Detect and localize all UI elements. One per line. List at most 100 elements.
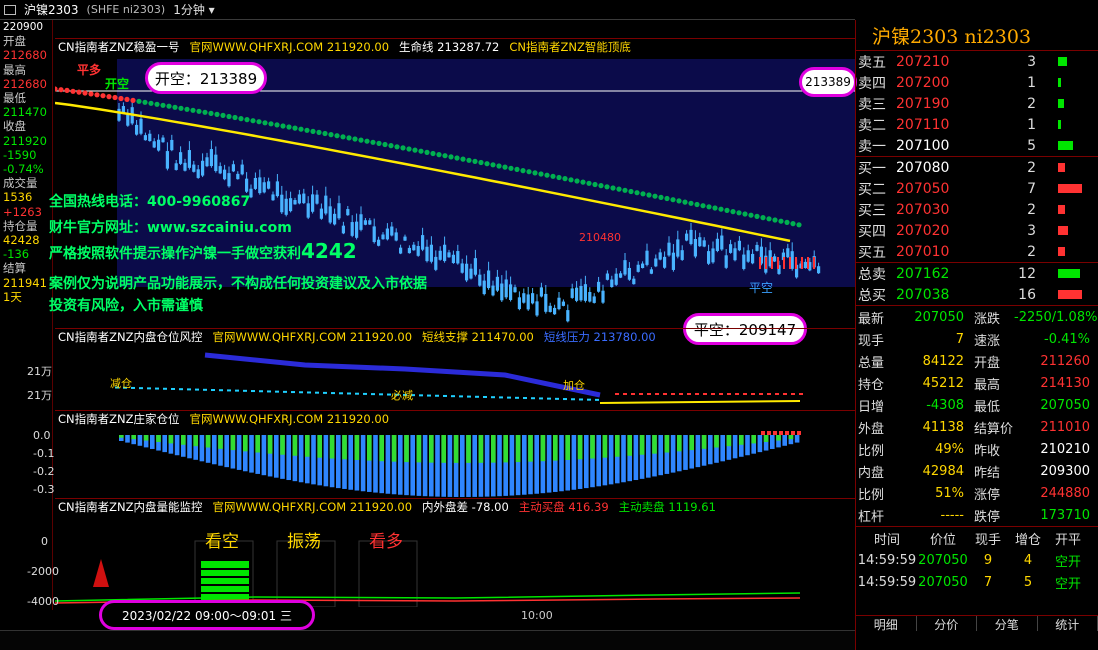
total-ask[interactable]: 总卖 207162 12 xyxy=(856,263,1098,284)
ask-level[interactable]: 卖一 207100 5 xyxy=(856,135,1098,156)
volume-bar xyxy=(1058,205,1065,214)
ask-level[interactable]: 卖三 207190 2 xyxy=(856,93,1098,114)
level-qty: 2 xyxy=(1027,243,1036,260)
dealer-position-panel[interactable]: CN指南者ZNZ庄家仓位 官网WWW.QHFXRJ.COM 211920.00 … xyxy=(33,410,855,499)
candle-body xyxy=(170,139,174,151)
level-label: 总卖 xyxy=(858,266,886,283)
candle-body xyxy=(649,269,653,274)
band-dot xyxy=(256,119,262,125)
level-price: 207110 xyxy=(896,116,950,133)
position-bar xyxy=(708,435,713,465)
position-risk-panel[interactable]: CN指南者ZNZ内盘仓位风控 官网WWW.QHFXRJ.COM 211920.0… xyxy=(27,328,855,411)
topbottom-indicator: CN指南者ZNZ智能顶底 xyxy=(509,40,631,54)
band-dot xyxy=(88,91,94,97)
bid-level[interactable]: 买二 207050 7 xyxy=(856,178,1098,199)
band-dot xyxy=(202,109,208,115)
info-value-open: 212680 xyxy=(3,48,47,63)
ask-level[interactable]: 卖四 207200 1 xyxy=(856,72,1098,93)
candle-body xyxy=(258,177,262,194)
indicator-name[interactable]: CN指南者ZNZ内盘量能监控 xyxy=(58,499,203,515)
support-dot xyxy=(767,393,771,395)
bid-level[interactable]: 买一 207080 2 xyxy=(856,157,1098,178)
candle-body xyxy=(592,296,596,303)
info-label-settle: 结算 xyxy=(3,261,26,276)
position-bar xyxy=(298,435,304,483)
volume-monitor-panel[interactable]: CN指南者ZNZ内盘量能监控 官网WWW.QHFXRJ.COM 211920.0… xyxy=(27,498,855,608)
support-dot xyxy=(163,387,167,390)
position-bar xyxy=(416,435,422,463)
band-dot xyxy=(766,216,772,222)
top-axis-value: 220900 xyxy=(3,21,44,33)
position-bar xyxy=(779,431,783,435)
total-bid[interactable]: 总买 207038 16 xyxy=(856,284,1098,305)
y-label: 21万 xyxy=(27,365,52,378)
support-dot xyxy=(571,398,575,401)
level-qty: 3 xyxy=(1027,222,1036,239)
stat-row: 最新 207050 涨跌 -2250/1.08% xyxy=(856,306,1098,328)
indicator-tab-bar[interactable] xyxy=(0,630,855,650)
position-bar xyxy=(664,435,670,453)
candle-body xyxy=(319,208,323,219)
band-dot xyxy=(100,93,106,99)
support-dot xyxy=(475,395,479,398)
main-chart-panel[interactable]: CN指南者ZNZ稳盈一号 官网WWW.QHFXRJ.COM 211920.00 … xyxy=(49,38,857,345)
stat-label: 外盘 xyxy=(858,421,885,437)
period-selector[interactable]: 1分钟 ▾ xyxy=(173,1,214,18)
tab-分价[interactable]: 分价 xyxy=(917,616,977,632)
ask-level[interactable]: 卖二 207110 1 xyxy=(856,114,1098,135)
indicator-name[interactable]: CN指南者ZNZ内盘仓位风控 xyxy=(58,329,203,345)
band-dot xyxy=(622,187,628,193)
stat-label: 涨跌 xyxy=(974,311,1001,327)
symbol-code: (SHFE ni2303) xyxy=(86,3,166,16)
support-dot xyxy=(171,387,175,390)
dealer-position-chart[interactable] xyxy=(55,427,855,499)
position-risk-chart[interactable] xyxy=(55,345,855,411)
candle-body xyxy=(680,250,684,260)
tab-分笔[interactable]: 分笔 xyxy=(977,616,1038,632)
candle-body xyxy=(737,240,741,251)
stat-value: 207050 xyxy=(914,309,964,325)
stat-value: 211260 xyxy=(1040,353,1090,369)
support-dot xyxy=(711,393,715,395)
info-value-change-pct: -0.74% xyxy=(3,162,44,177)
position-bar xyxy=(701,435,707,449)
band-dot xyxy=(646,192,652,198)
volume-bar xyxy=(1058,184,1082,193)
ask-level[interactable]: 卖五 207210 3 xyxy=(856,51,1098,72)
add-label: 加仓 xyxy=(563,379,585,392)
volume-chart[interactable] xyxy=(55,515,855,607)
totals-list: 总卖 207162 12 总买 207038 16 xyxy=(856,263,1098,305)
candle-body xyxy=(297,194,301,204)
candle-body xyxy=(465,263,469,281)
position-bar xyxy=(627,435,632,456)
candle-body xyxy=(786,248,790,258)
tick-row: 14:59:59 207050 7 5 空开 xyxy=(856,571,1098,593)
position-bar xyxy=(608,435,614,485)
band-dot xyxy=(628,188,634,195)
bid-level[interactable]: 买四 207020 3 xyxy=(856,220,1098,241)
position-bar xyxy=(311,435,316,485)
bid-level[interactable]: 买三 207030 2 xyxy=(856,199,1098,220)
tab-明细[interactable]: 明细 xyxy=(856,616,917,632)
window-icon[interactable] xyxy=(4,4,16,15)
level-qty: 16 xyxy=(1018,286,1036,303)
candle-body xyxy=(355,221,359,238)
position-bar xyxy=(534,435,539,494)
band-dot xyxy=(436,152,442,158)
support-dot xyxy=(291,391,295,394)
position-bar xyxy=(670,435,676,473)
bid-level[interactable]: 买五 207010 2 xyxy=(856,241,1098,262)
candle-body xyxy=(280,194,284,213)
stat-row: 外盘 41138 结算价 211010 xyxy=(856,416,1098,438)
indicator-name[interactable]: CN指南者ZNZ庄家仓位 xyxy=(58,411,180,427)
indicator-name[interactable]: CN指南者ZNZ稳盈一号 xyxy=(58,39,180,55)
tick-list: 14:59:59 207050 9 4 空开 14:59:59 207050 7 5 空开 xyxy=(856,549,1098,593)
support-dot xyxy=(235,389,239,392)
stat-label: 结算价 xyxy=(974,421,1014,437)
support-dot xyxy=(491,396,495,399)
support-dot xyxy=(547,397,551,400)
band-dot xyxy=(526,169,532,175)
candle-body xyxy=(491,285,495,296)
band-dot xyxy=(778,218,784,224)
tab-统计[interactable]: 统计 xyxy=(1038,616,1098,632)
